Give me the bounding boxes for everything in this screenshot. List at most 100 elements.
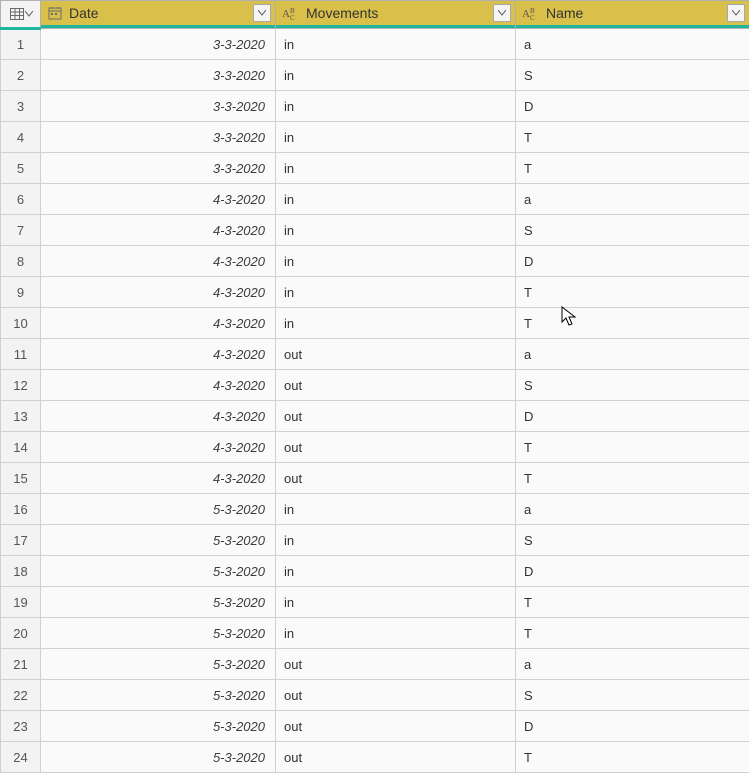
table-row[interactable]: 53-3-2020inT [1,153,749,184]
cell-name[interactable]: S [516,215,749,246]
cell-date[interactable]: 5-3-2020 [41,680,276,711]
cell-name[interactable]: T [516,742,749,773]
table-row[interactable]: 114-3-2020outa [1,339,749,370]
row-number[interactable]: 18 [1,556,41,587]
cell-name[interactable]: a [516,29,749,60]
table-row[interactable]: 124-3-2020outS [1,370,749,401]
table-row[interactable]: 23-3-2020inS [1,60,749,91]
table-row[interactable]: 154-3-2020outT [1,463,749,494]
table-row[interactable]: 104-3-2020inT [1,308,749,339]
cell-name[interactable]: T [516,463,749,494]
row-number[interactable]: 19 [1,587,41,618]
cell-movements[interactable]: in [276,215,516,246]
cell-date[interactable]: 3-3-2020 [41,91,276,122]
cell-movements[interactable]: in [276,556,516,587]
cell-movements[interactable]: out [276,463,516,494]
cell-movements[interactable]: in [276,153,516,184]
cell-date[interactable]: 3-3-2020 [41,60,276,91]
cell-date[interactable]: 5-3-2020 [41,742,276,773]
cell-date[interactable]: 4-3-2020 [41,215,276,246]
table-row[interactable]: 215-3-2020outa [1,649,749,680]
row-number[interactable]: 13 [1,401,41,432]
cell-name[interactable]: S [516,370,749,401]
row-number[interactable]: 5 [1,153,41,184]
row-number[interactable]: 12 [1,370,41,401]
table-row[interactable]: 64-3-2020ina [1,184,749,215]
cell-date[interactable]: 5-3-2020 [41,587,276,618]
cell-name[interactable]: a [516,494,749,525]
table-corner-menu[interactable] [1,1,41,29]
cell-date[interactable]: 4-3-2020 [41,401,276,432]
cell-movements[interactable]: in [276,29,516,60]
row-number[interactable]: 14 [1,432,41,463]
row-number[interactable]: 3 [1,91,41,122]
row-number[interactable]: 16 [1,494,41,525]
cell-name[interactable]: D [516,556,749,587]
cell-date[interactable]: 3-3-2020 [41,122,276,153]
cell-movements[interactable]: out [276,432,516,463]
cell-movements[interactable]: in [276,122,516,153]
cell-name[interactable]: T [516,432,749,463]
cell-movements[interactable]: out [276,401,516,432]
cell-date[interactable]: 5-3-2020 [41,556,276,587]
row-number[interactable]: 20 [1,618,41,649]
cell-name[interactable]: S [516,680,749,711]
column-header-name[interactable]: A B C Name [516,1,749,29]
cell-name[interactable]: a [516,649,749,680]
table-row[interactable]: 43-3-2020inT [1,122,749,153]
filter-button-date[interactable] [253,4,271,22]
column-header-movements[interactable]: A B C Movements [276,1,516,29]
cell-date[interactable]: 4-3-2020 [41,246,276,277]
table-row[interactable]: 165-3-2020ina [1,494,749,525]
cell-date[interactable]: 3-3-2020 [41,29,276,60]
table-row[interactable]: 144-3-2020outT [1,432,749,463]
cell-date[interactable]: 5-3-2020 [41,525,276,556]
cell-date[interactable]: 3-3-2020 [41,153,276,184]
row-number[interactable]: 23 [1,711,41,742]
cell-movements[interactable]: out [276,742,516,773]
table-row[interactable]: 225-3-2020outS [1,680,749,711]
row-number[interactable]: 6 [1,184,41,215]
table-row[interactable]: 134-3-2020outD [1,401,749,432]
cell-name[interactable]: D [516,91,749,122]
cell-date[interactable]: 5-3-2020 [41,494,276,525]
cell-name[interactable]: T [516,277,749,308]
cell-name[interactable]: T [516,618,749,649]
cell-name[interactable]: S [516,60,749,91]
cell-movements[interactable]: out [276,339,516,370]
table-row[interactable]: 195-3-2020inT [1,587,749,618]
row-number[interactable]: 24 [1,742,41,773]
cell-name[interactable]: D [516,401,749,432]
cell-name[interactable]: D [516,246,749,277]
cell-date[interactable]: 4-3-2020 [41,370,276,401]
cell-date[interactable]: 4-3-2020 [41,277,276,308]
table-row[interactable]: 245-3-2020outT [1,742,749,773]
table-row[interactable]: 185-3-2020inD [1,556,749,587]
cell-date[interactable]: 4-3-2020 [41,339,276,370]
table-row[interactable]: 33-3-2020inD [1,91,749,122]
row-number[interactable]: 7 [1,215,41,246]
cell-date[interactable]: 5-3-2020 [41,618,276,649]
table-row[interactable]: 205-3-2020inT [1,618,749,649]
table-row[interactable]: 74-3-2020inS [1,215,749,246]
row-number[interactable]: 2 [1,60,41,91]
table-row[interactable]: 84-3-2020inD [1,246,749,277]
table-row[interactable]: 94-3-2020inT [1,277,749,308]
table-row[interactable]: 175-3-2020inS [1,525,749,556]
cell-name[interactable]: a [516,184,749,215]
cell-movements[interactable]: out [276,649,516,680]
cell-movements[interactable]: out [276,680,516,711]
column-header-date[interactable]: Date [41,1,276,29]
cell-name[interactable]: S [516,525,749,556]
cell-name[interactable]: T [516,587,749,618]
cell-movements[interactable]: in [276,587,516,618]
cell-movements[interactable]: in [276,525,516,556]
cell-movements[interactable]: in [276,494,516,525]
cell-movements[interactable]: in [276,277,516,308]
cell-date[interactable]: 5-3-2020 [41,649,276,680]
row-number[interactable]: 17 [1,525,41,556]
cell-movements[interactable]: in [276,308,516,339]
table-row[interactable]: 13-3-2020ina [1,29,749,60]
row-number[interactable]: 9 [1,277,41,308]
row-number[interactable]: 11 [1,339,41,370]
